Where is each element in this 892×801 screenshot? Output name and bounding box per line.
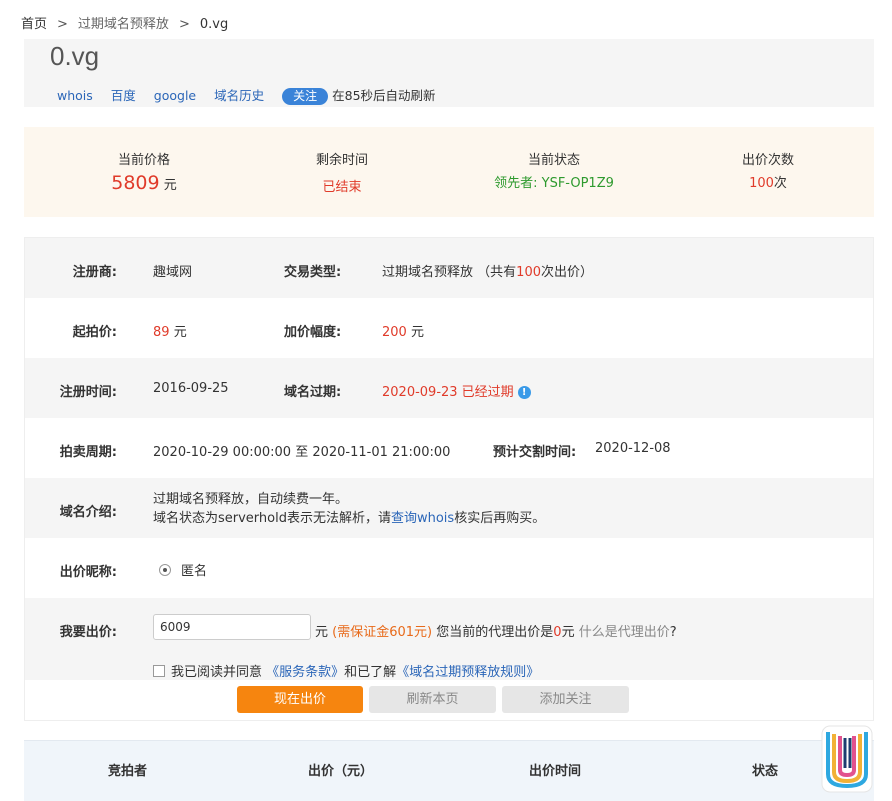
remaining-time-block: 剩余时间 已结束 (242, 149, 442, 195)
intro-row: 域名介绍: 过期域名预释放，自动续费一年。 域名状态为serverhold表示无法… (25, 478, 873, 538)
auto-refresh-note: 在85秒后自动刷新 (332, 88, 436, 103)
info-icon[interactable]: ! (517, 386, 531, 399)
current-price-unit: 元 (163, 178, 177, 193)
delivery-label: 预计交割时间: (493, 445, 577, 460)
increment-label: 加价幅度: (284, 325, 342, 340)
bid-count-label: 出价次数 (741, 153, 794, 168)
trade-type-value: 过期域名预释放 （共有100次出价） (382, 265, 594, 280)
follow-button[interactable]: 关注 (282, 88, 329, 105)
expire-value: 2020-09-23 已经过期! (382, 381, 531, 400)
agree-checkbox[interactable] (153, 665, 165, 677)
auction-details: 注册商: 趣域网 交易类型: 过期域名预释放 （共有100次出价） 起拍价: 8… (24, 237, 874, 721)
terms-link[interactable]: 《服务条款》 (266, 665, 344, 680)
agent-help-link[interactable]: 什么是代理出价 (579, 625, 670, 640)
expire-label: 域名过期: (284, 385, 342, 400)
bid-now-button[interactable]: 现在出价 (237, 686, 363, 713)
google-link[interactable]: google (154, 88, 196, 103)
radio-icon[interactable] (159, 564, 171, 576)
bid-label: 我要出价: (59, 625, 117, 640)
whois-link[interactable]: whois (57, 88, 93, 103)
breadcrumb-sep: > (178, 17, 190, 32)
page-title: 0.vg (50, 41, 100, 71)
brand-logo-icon (821, 725, 873, 793)
bid-count-value: 100 (749, 176, 774, 191)
agreement: 我已阅读并同意 《服务条款》和已了解《域名过期预释放规则》 (153, 661, 539, 680)
bid-note: 元 (需保证金601元) 您当前的代理出价是0元 什么是代理出价? (315, 625, 677, 640)
registrar-row: 注册商: 趣域网 交易类型: 过期域名预释放 （共有100次出价） (25, 238, 873, 298)
period-row: 拍卖周期: 2020-10-29 00:00:00 至 2020-11-01 2… (25, 418, 873, 478)
registration-row: 注册时间: 2016-09-25 域名过期: 2020-09-23 已经过期! (25, 358, 873, 418)
start-price-value: 89 元 (153, 325, 187, 340)
trade-type-label: 交易类型: (284, 265, 342, 280)
add-follow-button[interactable]: 添加关注 (502, 686, 629, 713)
reg-time-label: 注册时间: (59, 385, 117, 400)
refresh-page-button[interactable]: 刷新本页 (369, 686, 496, 713)
breadcrumb-home[interactable]: 首页 (21, 17, 47, 32)
rules-link[interactable]: 《域名过期预释放规则》 (396, 665, 539, 680)
nickname-label: 出价昵称: (59, 565, 117, 580)
breadcrumb-category[interactable]: 过期域名预释放 (78, 17, 169, 32)
bid-amount-input[interactable]: 6009 (153, 614, 311, 640)
current-status-block: 当前状态 领先者: YSF-OP1Z9 (454, 149, 654, 191)
registrar-label: 注册商: (72, 265, 117, 280)
baidu-link[interactable]: 百度 (111, 88, 136, 103)
registrar-value: 趣域网 (153, 265, 193, 280)
current-status-label: 当前状态 (527, 153, 580, 168)
quick-links: whois 百度 google 域名历史 关注 在85秒后自动刷新 (57, 85, 436, 105)
period-value: 2020-10-29 00:00:00 至 2020-11-01 21:00:0… (153, 445, 451, 460)
deposit-note: (需保证金601元) (332, 625, 433, 640)
leader-value: 领先者: YSF-OP1Z9 (494, 176, 614, 191)
nickname-row: 出价昵称: 匿名 (25, 538, 873, 598)
start-price-row: 起拍价: 89 元 加价幅度: 200 元 (25, 298, 873, 358)
intro-label: 域名介绍: (59, 505, 117, 520)
domain-header: 0.vg whois 百度 google 域名历史 关注 在85秒后自动刷新 (24, 39, 874, 107)
bid-history-table: 竞拍者 出价（元） 出价时间 状态 (24, 740, 874, 801)
bid-count-unit: 次 (773, 176, 787, 191)
col-bidder: 竞拍者 (108, 764, 148, 779)
reg-time-value: 2016-09-25 (153, 381, 229, 396)
current-price-label: 当前价格 (117, 153, 170, 168)
anonymous-radio[interactable]: 匿名 (159, 560, 207, 579)
current-price-block: 当前价格 5809 元 (44, 149, 244, 194)
col-price: 出价（元） (308, 764, 374, 779)
period-label: 拍卖周期: (59, 445, 117, 460)
breadcrumb: 首页 > 过期域名预释放 >0.vg (21, 13, 228, 32)
query-whois-link[interactable]: 查询whois (391, 511, 454, 526)
delivery-value: 2020-12-08 (595, 441, 671, 456)
bid-count-block: 出价次数 100次 (668, 149, 868, 191)
intro-value: 过期域名预释放，自动续费一年。 域名状态为serverhold表示无法解析，请查询… (153, 492, 546, 526)
remaining-time-label: 剩余时间 (315, 153, 368, 168)
col-status: 状态 (752, 764, 779, 779)
col-time: 出价时间 (529, 764, 582, 779)
breadcrumb-sep: > (57, 17, 68, 32)
current-price-value: 5809 (111, 172, 160, 194)
breadcrumb-current: 0.vg (199, 17, 229, 32)
start-price-label: 起拍价: (72, 325, 117, 340)
auction-summary: 当前价格 5809 元 剩余时间 已结束 当前状态 领先者: YSF-OP1Z9… (24, 127, 874, 217)
increment-value: 200 元 (382, 325, 424, 340)
domain-history-link[interactable]: 域名历史 (214, 88, 264, 103)
remaining-time-value: 已结束 (322, 180, 362, 195)
